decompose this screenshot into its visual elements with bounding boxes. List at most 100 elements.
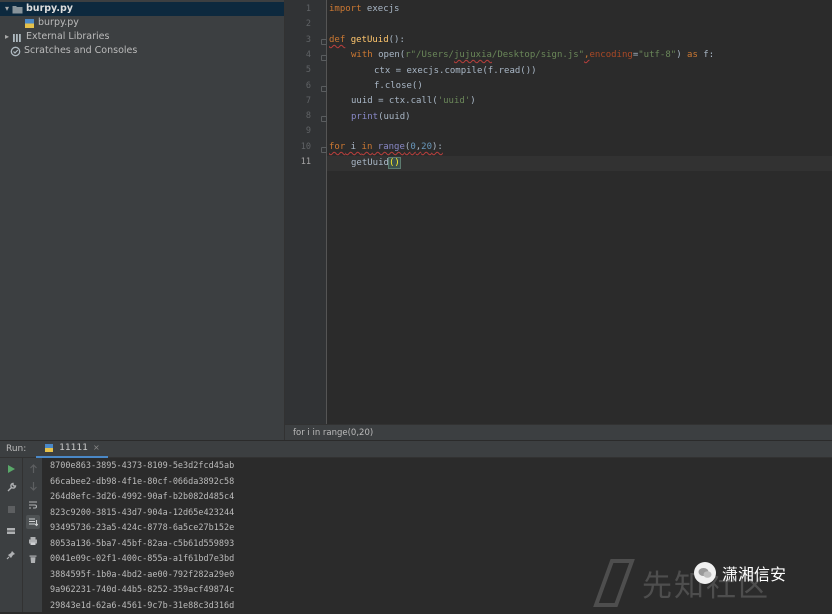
line-number: 11 — [285, 157, 311, 167]
code-text: ) — [470, 96, 475, 106]
fold-marker-icon[interactable] — [321, 39, 327, 45]
current-line-highlight — [327, 156, 832, 171]
arrow-up-icon[interactable] — [26, 462, 40, 476]
print-icon[interactable] — [26, 534, 40, 548]
console-line: 264d8efc-3d26-4992-90af-b2b082d485c4 — [50, 490, 234, 506]
code-text: uuid = ctx.call( — [351, 96, 438, 106]
line-number: 3 — [285, 35, 311, 45]
tree-item-label: External Libraries — [26, 30, 109, 44]
arrow-down-icon[interactable] — [26, 479, 40, 493]
close-icon[interactable]: × — [93, 440, 100, 456]
code-text: execjs — [362, 4, 400, 14]
code-text: ) — [676, 50, 687, 60]
breadcrumb[interactable]: for i in range(0,20) — [285, 424, 832, 440]
code-line-6[interactable]: f.close() — [374, 79, 423, 94]
tree-item[interactable]: ▸ External Libraries — [0, 30, 284, 44]
line-number: 1 — [285, 4, 311, 14]
code-text: ): — [432, 142, 443, 152]
code-text: open( — [373, 50, 406, 60]
code-line-1[interactable]: import execjs — [329, 2, 399, 17]
wrench-icon[interactable] — [4, 480, 18, 494]
line-number: 9 — [285, 126, 311, 136]
chevron-icon[interactable]: ▾ — [2, 2, 12, 16]
library-icon — [12, 32, 23, 43]
tree-item-label: burpy.py — [38, 16, 79, 30]
console-line: 823c9200-3815-43d7-904a-12d65e423244 — [50, 506, 234, 522]
brace-match: () — [389, 158, 400, 168]
console-line: 66cabee2-db98-4f1e-80cf-066da3892c58 — [50, 475, 234, 491]
python-run-icon — [44, 443, 54, 453]
code-line-8[interactable]: print(uuid) — [351, 110, 411, 125]
code-text: (uuid) — [378, 112, 411, 122]
line-number: 4 — [285, 50, 311, 60]
code-line-10[interactable]: for i in range(0,20): — [329, 140, 443, 155]
string: /Desktop/sign.js" — [492, 50, 584, 60]
wechat-icon — [694, 562, 716, 584]
layout-icon[interactable] — [4, 524, 18, 538]
trash-icon[interactable] — [26, 552, 40, 566]
tree-item-label: Scratches and Consoles — [24, 44, 137, 58]
code-text: (): — [389, 35, 405, 45]
fold-marker-icon[interactable] — [321, 86, 327, 92]
string: "utf-8" — [638, 50, 676, 60]
console-line: 93495736-23a5-424c-8778-6a5ce27b152e — [50, 521, 234, 537]
string: 'uuid' — [438, 96, 471, 106]
code-line-3[interactable]: def getUuid(): — [329, 33, 405, 48]
project-tree: ▾ burpy.pyburpy.py ▸ External LibrariesScra… — [0, 0, 284, 58]
string-typo: jujuxia — [454, 50, 492, 60]
stop-icon[interactable] — [4, 502, 18, 516]
builtin: print — [351, 112, 378, 122]
chevron-icon[interactable]: ▸ — [2, 30, 12, 44]
tree-item[interactable]: burpy.py — [0, 16, 284, 30]
code-text: f: — [698, 50, 714, 60]
console-output[interactable]: 8700e863-3895-4373-8109-5e3d2fcd45ab66ca… — [42, 458, 832, 612]
python-file-icon — [24, 18, 35, 29]
line-number: 7 — [285, 96, 311, 106]
run-panel-header: Run: 11111 × — [0, 440, 832, 458]
console-line: 3884595f-1b0a-4bd2-ae00-792f282a29e0 — [50, 568, 234, 584]
keyword: as — [687, 50, 698, 60]
function-call: getUuid — [351, 158, 389, 168]
keyword: def — [329, 35, 345, 45]
code-line-4[interactable]: with open(r"/Users/jujuxia/Desktop/sign.… — [351, 48, 714, 63]
fold-marker-icon[interactable] — [321, 116, 327, 122]
badge-text: 潇湘信安 — [722, 561, 786, 585]
console-line: 8053a136-5ba7-45bf-82aa-c5b61d559893 — [50, 537, 234, 553]
console-line: 8700e863-3895-4373-8109-5e3d2fcd45ab — [50, 459, 234, 475]
keyword: import — [329, 4, 362, 14]
console-toolbar — [22, 458, 42, 612]
code-line-11[interactable]: getUuid() — [351, 156, 400, 171]
param-name: encoding — [589, 50, 632, 60]
keyword: for — [329, 142, 345, 152]
run-label: Run: — [0, 441, 26, 457]
function-name: getUuid — [351, 35, 389, 45]
line-number: 5 — [285, 65, 311, 75]
line-number-gutter: 1234567891011 — [285, 0, 327, 424]
folder-icon — [12, 4, 23, 15]
pin-icon[interactable] — [4, 548, 18, 562]
code-text: i — [345, 142, 361, 152]
tree-item[interactable]: Scratches and Consoles — [0, 44, 284, 58]
line-number: 8 — [285, 111, 311, 121]
line-number: 10 — [285, 142, 311, 152]
builtin: range — [372, 142, 405, 152]
run-icon[interactable] — [4, 462, 18, 476]
console-line: 9a962231-740d-44b5-8252-359acf49874c — [50, 583, 234, 599]
line-number: 2 — [285, 19, 311, 29]
code-editor[interactable]: 1234567891011 import execjs def getUuid(… — [285, 0, 832, 440]
scratches-icon — [10, 46, 21, 57]
project-tree-panel: ▾ burpy.pyburpy.py ▸ External LibrariesScra… — [0, 0, 285, 440]
console-line: 0041e09c-02f1-400c-855a-a1f61bd7e3bd — [50, 552, 234, 568]
code-line-7[interactable]: uuid = ctx.call('uuid') — [351, 94, 476, 109]
keyword: with — [351, 50, 373, 60]
tree-item[interactable]: ▾ burpy.py — [0, 2, 284, 16]
run-tab[interactable]: 11111 × — [36, 441, 107, 458]
scroll-to-end-icon[interactable] — [26, 515, 40, 529]
fold-marker-icon[interactable] — [321, 55, 327, 61]
code-line-5[interactable]: ctx = execjs.compile(f.read()) — [374, 64, 537, 79]
soft-wrap-icon[interactable] — [26, 498, 40, 512]
keyword: in — [362, 142, 373, 152]
tree-item-label: burpy.py — [26, 2, 73, 16]
number: 20 — [421, 142, 432, 152]
fold-marker-icon[interactable] — [321, 147, 327, 153]
